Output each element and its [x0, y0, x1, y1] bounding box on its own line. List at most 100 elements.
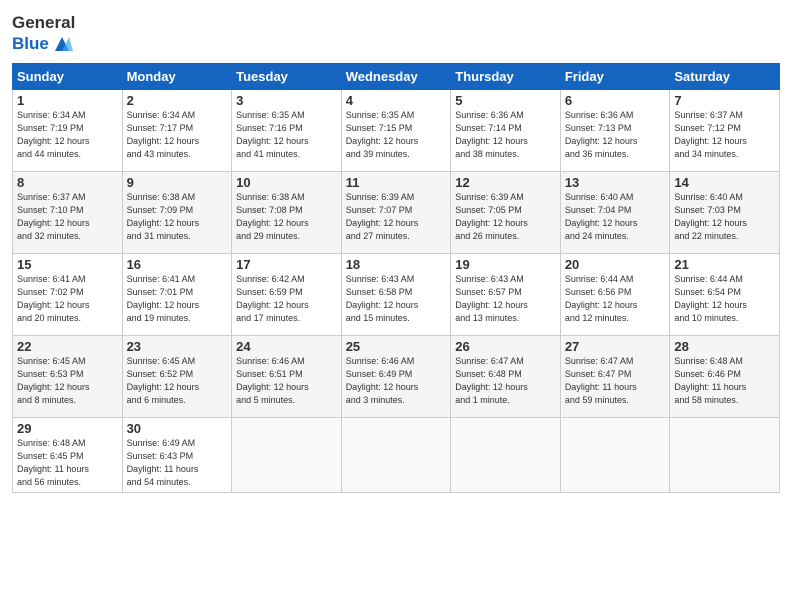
- day-info: Sunrise: 6:48 AMSunset: 6:45 PMDaylight:…: [17, 437, 118, 489]
- day-info: Sunrise: 6:38 AMSunset: 7:08 PMDaylight:…: [236, 191, 337, 243]
- calendar-week-row: 8Sunrise: 6:37 AMSunset: 7:10 PMDaylight…: [13, 171, 780, 253]
- calendar-cell: 11Sunrise: 6:39 AMSunset: 7:07 PMDayligh…: [341, 171, 451, 253]
- day-number: 20: [565, 257, 666, 272]
- day-info: Sunrise: 6:37 AMSunset: 7:12 PMDaylight:…: [674, 109, 775, 161]
- day-number: 8: [17, 175, 118, 190]
- day-number: 26: [455, 339, 556, 354]
- calendar-cell: 8Sunrise: 6:37 AMSunset: 7:10 PMDaylight…: [13, 171, 123, 253]
- calendar-cell: 29Sunrise: 6:48 AMSunset: 6:45 PMDayligh…: [13, 417, 123, 492]
- day-info: Sunrise: 6:45 AMSunset: 6:52 PMDaylight:…: [127, 355, 228, 407]
- calendar-week-row: 15Sunrise: 6:41 AMSunset: 7:02 PMDayligh…: [13, 253, 780, 335]
- day-number: 14: [674, 175, 775, 190]
- calendar-cell: 3Sunrise: 6:35 AMSunset: 7:16 PMDaylight…: [232, 89, 342, 171]
- calendar-cell: 2Sunrise: 6:34 AMSunset: 7:17 PMDaylight…: [122, 89, 232, 171]
- calendar-header-row: SundayMondayTuesdayWednesdayThursdayFrid…: [13, 63, 780, 89]
- calendar-day-header: Wednesday: [341, 63, 451, 89]
- calendar-cell: [670, 417, 780, 492]
- calendar-week-row: 22Sunrise: 6:45 AMSunset: 6:53 PMDayligh…: [13, 335, 780, 417]
- calendar-day-header: Saturday: [670, 63, 780, 89]
- day-number: 2: [127, 93, 228, 108]
- day-info: Sunrise: 6:34 AMSunset: 7:17 PMDaylight:…: [127, 109, 228, 161]
- calendar-cell: 24Sunrise: 6:46 AMSunset: 6:51 PMDayligh…: [232, 335, 342, 417]
- calendar-cell: [232, 417, 342, 492]
- day-info: Sunrise: 6:39 AMSunset: 7:05 PMDaylight:…: [455, 191, 556, 243]
- calendar-cell: 28Sunrise: 6:48 AMSunset: 6:46 PMDayligh…: [670, 335, 780, 417]
- logo-blue: Blue: [12, 34, 49, 54]
- day-info: Sunrise: 6:44 AMSunset: 6:56 PMDaylight:…: [565, 273, 666, 325]
- calendar-cell: 30Sunrise: 6:49 AMSunset: 6:43 PMDayligh…: [122, 417, 232, 492]
- day-number: 11: [346, 175, 447, 190]
- calendar-cell: 14Sunrise: 6:40 AMSunset: 7:03 PMDayligh…: [670, 171, 780, 253]
- calendar-cell: 15Sunrise: 6:41 AMSunset: 7:02 PMDayligh…: [13, 253, 123, 335]
- day-info: Sunrise: 6:43 AMSunset: 6:58 PMDaylight:…: [346, 273, 447, 325]
- day-info: Sunrise: 6:37 AMSunset: 7:10 PMDaylight:…: [17, 191, 118, 243]
- calendar-cell: 1Sunrise: 6:34 AMSunset: 7:19 PMDaylight…: [13, 89, 123, 171]
- calendar-week-row: 1Sunrise: 6:34 AMSunset: 7:19 PMDaylight…: [13, 89, 780, 171]
- day-number: 21: [674, 257, 775, 272]
- day-info: Sunrise: 6:40 AMSunset: 7:03 PMDaylight:…: [674, 191, 775, 243]
- calendar-cell: 4Sunrise: 6:35 AMSunset: 7:15 PMDaylight…: [341, 89, 451, 171]
- day-number: 28: [674, 339, 775, 354]
- day-number: 18: [346, 257, 447, 272]
- calendar-day-header: Tuesday: [232, 63, 342, 89]
- day-info: Sunrise: 6:45 AMSunset: 6:53 PMDaylight:…: [17, 355, 118, 407]
- day-info: Sunrise: 6:44 AMSunset: 6:54 PMDaylight:…: [674, 273, 775, 325]
- day-info: Sunrise: 6:38 AMSunset: 7:09 PMDaylight:…: [127, 191, 228, 243]
- day-number: 9: [127, 175, 228, 190]
- day-info: Sunrise: 6:35 AMSunset: 7:15 PMDaylight:…: [346, 109, 447, 161]
- calendar-cell: 17Sunrise: 6:42 AMSunset: 6:59 PMDayligh…: [232, 253, 342, 335]
- day-number: 15: [17, 257, 118, 272]
- day-number: 30: [127, 421, 228, 436]
- day-number: 10: [236, 175, 337, 190]
- day-number: 25: [346, 339, 447, 354]
- calendar-cell: 12Sunrise: 6:39 AMSunset: 7:05 PMDayligh…: [451, 171, 561, 253]
- calendar-cell: [451, 417, 561, 492]
- calendar-day-header: Thursday: [451, 63, 561, 89]
- day-number: 12: [455, 175, 556, 190]
- day-info: Sunrise: 6:46 AMSunset: 6:49 PMDaylight:…: [346, 355, 447, 407]
- day-info: Sunrise: 6:40 AMSunset: 7:04 PMDaylight:…: [565, 191, 666, 243]
- calendar-cell: 6Sunrise: 6:36 AMSunset: 7:13 PMDaylight…: [560, 89, 670, 171]
- day-number: 24: [236, 339, 337, 354]
- day-info: Sunrise: 6:36 AMSunset: 7:14 PMDaylight:…: [455, 109, 556, 161]
- calendar-cell: [341, 417, 451, 492]
- day-number: 22: [17, 339, 118, 354]
- logo: General Blue: [12, 14, 75, 55]
- day-info: Sunrise: 6:46 AMSunset: 6:51 PMDaylight:…: [236, 355, 337, 407]
- calendar-cell: [560, 417, 670, 492]
- day-info: Sunrise: 6:43 AMSunset: 6:57 PMDaylight:…: [455, 273, 556, 325]
- calendar-table: SundayMondayTuesdayWednesdayThursdayFrid…: [12, 63, 780, 493]
- day-number: 5: [455, 93, 556, 108]
- day-number: 7: [674, 93, 775, 108]
- calendar-cell: 5Sunrise: 6:36 AMSunset: 7:14 PMDaylight…: [451, 89, 561, 171]
- calendar-cell: 27Sunrise: 6:47 AMSunset: 6:47 PMDayligh…: [560, 335, 670, 417]
- day-info: Sunrise: 6:35 AMSunset: 7:16 PMDaylight:…: [236, 109, 337, 161]
- day-info: Sunrise: 6:41 AMSunset: 7:01 PMDaylight:…: [127, 273, 228, 325]
- calendar-week-row: 29Sunrise: 6:48 AMSunset: 6:45 PMDayligh…: [13, 417, 780, 492]
- day-number: 19: [455, 257, 556, 272]
- calendar-cell: 26Sunrise: 6:47 AMSunset: 6:48 PMDayligh…: [451, 335, 561, 417]
- day-number: 16: [127, 257, 228, 272]
- day-info: Sunrise: 6:34 AMSunset: 7:19 PMDaylight:…: [17, 109, 118, 161]
- calendar-cell: 10Sunrise: 6:38 AMSunset: 7:08 PMDayligh…: [232, 171, 342, 253]
- logo-general: General: [12, 14, 75, 33]
- day-number: 29: [17, 421, 118, 436]
- day-number: 13: [565, 175, 666, 190]
- day-number: 17: [236, 257, 337, 272]
- calendar-cell: 7Sunrise: 6:37 AMSunset: 7:12 PMDaylight…: [670, 89, 780, 171]
- day-number: 23: [127, 339, 228, 354]
- calendar-cell: 9Sunrise: 6:38 AMSunset: 7:09 PMDaylight…: [122, 171, 232, 253]
- logo-icon: [51, 33, 73, 55]
- day-info: Sunrise: 6:48 AMSunset: 6:46 PMDaylight:…: [674, 355, 775, 407]
- day-number: 6: [565, 93, 666, 108]
- day-info: Sunrise: 6:49 AMSunset: 6:43 PMDaylight:…: [127, 437, 228, 489]
- calendar-cell: 16Sunrise: 6:41 AMSunset: 7:01 PMDayligh…: [122, 253, 232, 335]
- day-info: Sunrise: 6:41 AMSunset: 7:02 PMDaylight:…: [17, 273, 118, 325]
- calendar-day-header: Friday: [560, 63, 670, 89]
- day-number: 4: [346, 93, 447, 108]
- day-info: Sunrise: 6:47 AMSunset: 6:48 PMDaylight:…: [455, 355, 556, 407]
- calendar-cell: 22Sunrise: 6:45 AMSunset: 6:53 PMDayligh…: [13, 335, 123, 417]
- calendar-cell: 25Sunrise: 6:46 AMSunset: 6:49 PMDayligh…: [341, 335, 451, 417]
- calendar-cell: 13Sunrise: 6:40 AMSunset: 7:04 PMDayligh…: [560, 171, 670, 253]
- calendar-cell: 19Sunrise: 6:43 AMSunset: 6:57 PMDayligh…: [451, 253, 561, 335]
